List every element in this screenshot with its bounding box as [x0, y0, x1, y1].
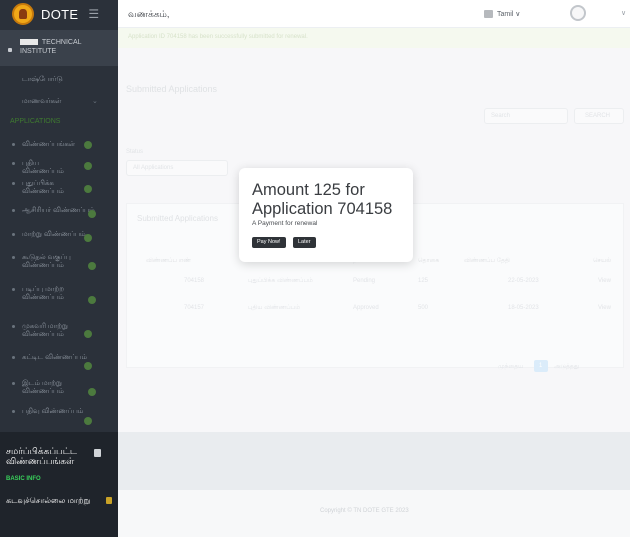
sidebar-section-applications: APPLICATIONS [10, 118, 61, 125]
sidebar-item-location-change[interactable]: இடம் மாற்று விண்ணப்பம் [0, 380, 96, 396]
count-badge [88, 296, 96, 304]
count-badge [84, 234, 92, 242]
bullet-icon [12, 209, 15, 212]
brand-name: DOTE [41, 6, 79, 22]
bullet-icon [12, 233, 15, 236]
sidebar-item-applications[interactable]: விண்ணப்பங்கள் [0, 141, 118, 149]
sidebar-lower-section: சமர்ப்பிக்கப்பட்ட விண்ணப்பங்கள் BASIC IN… [0, 432, 118, 537]
bullet-icon [12, 143, 15, 146]
count-badge [88, 388, 96, 396]
brand-bar: DOTE ☰ [0, 0, 118, 28]
chevron-down-icon: ⌄ [92, 98, 98, 105]
count-badge [84, 417, 92, 425]
sidebar-item-registration[interactable]: பதிவு விண்ணப்பம் [0, 408, 90, 416]
modal-title: Amount 125 for Application 704158 [252, 181, 393, 218]
section-basic-info: BASIC INFO [6, 476, 41, 482]
bullet-icon [12, 410, 15, 413]
emblem-logo [12, 3, 34, 25]
bullet-icon [12, 356, 15, 359]
user-icon [8, 48, 12, 52]
sidebar-item-building[interactable]: கட்டிட விண்ணப்பம் [0, 354, 96, 362]
trash-icon[interactable] [94, 449, 101, 457]
top-header: வணக்கம், Tamil ∨ ∨ [118, 0, 630, 28]
sidebar-item-staff-application[interactable]: ஆசிரியர் விண்ணப்பம் [0, 207, 96, 215]
language-selector[interactable]: Tamil ∨ [484, 7, 520, 21]
bullet-icon [12, 256, 15, 259]
bullet-icon [12, 162, 15, 165]
count-badge [84, 162, 92, 170]
sidebar-item-additional-class[interactable]: கூடுதல் வகுப்பு விண்ணப்பம் [0, 254, 98, 270]
avatar[interactable] [570, 5, 586, 21]
modal-description: A Payment for renewal [252, 220, 318, 227]
sidebar-item-submitted[interactable]: சமர்ப்பிக்கப்பட்ட விண்ணப்பங்கள் [6, 446, 86, 466]
sidebar-item-dashboard[interactable]: டாஷ்போர்டு [0, 76, 118, 84]
sidebar-item-transfer-application[interactable]: மாற்று விண்ணப்பம் [0, 231, 96, 239]
bullet-icon [12, 325, 15, 328]
sidebar-item-change-password[interactable]: கடவுச்சொல்லை மாற்று [6, 496, 90, 506]
user-profile[interactable]: TECHNICAL INSTITUTE [0, 30, 118, 66]
sidebar-item-students[interactable]: மாணவர்கள் ⌄ [0, 98, 118, 106]
user-name-redacted [20, 39, 38, 46]
sidebar-item-new-application[interactable]: புதிய விண்ணப்பம் [0, 160, 80, 176]
count-badge [88, 262, 96, 270]
language-icon [484, 10, 493, 18]
chevron-down-icon[interactable]: ∨ [621, 9, 626, 17]
hamburger-menu-icon[interactable]: ☰ [88, 7, 99, 21]
count-badge [84, 330, 92, 338]
language-label: Tamil ∨ [497, 11, 521, 18]
sidebar: DOTE ☰ TECHNICAL INSTITUTE டாஷ்போர்டு மா… [0, 0, 118, 537]
bullet-icon [12, 382, 15, 385]
pay-now-button[interactable]: Pay Now! [252, 237, 286, 248]
sidebar-item-course-change[interactable]: படிப்பு மாற்ற விண்ணப்பம் [0, 286, 98, 302]
sidebar-item-renewal-application[interactable]: புதுப்பிக்க விண்ணப்பம் [0, 180, 90, 196]
count-badge [84, 141, 92, 149]
greeting-text: வணக்கம், [128, 9, 170, 19]
later-button[interactable]: Later [293, 237, 316, 248]
sidebar-item-address-change[interactable]: முகவரி மாற்று விண்ணப்பம் [0, 323, 90, 339]
count-badge [88, 210, 96, 218]
count-badge [84, 362, 92, 370]
bullet-icon [12, 182, 15, 185]
copyright-text: Copyright © TN DOTE GTE 2023 [320, 508, 409, 514]
key-icon [106, 497, 112, 504]
payment-modal: Amount 125 for Application 704158 A Paym… [239, 168, 413, 262]
count-badge [84, 185, 92, 193]
bullet-icon [12, 288, 15, 291]
